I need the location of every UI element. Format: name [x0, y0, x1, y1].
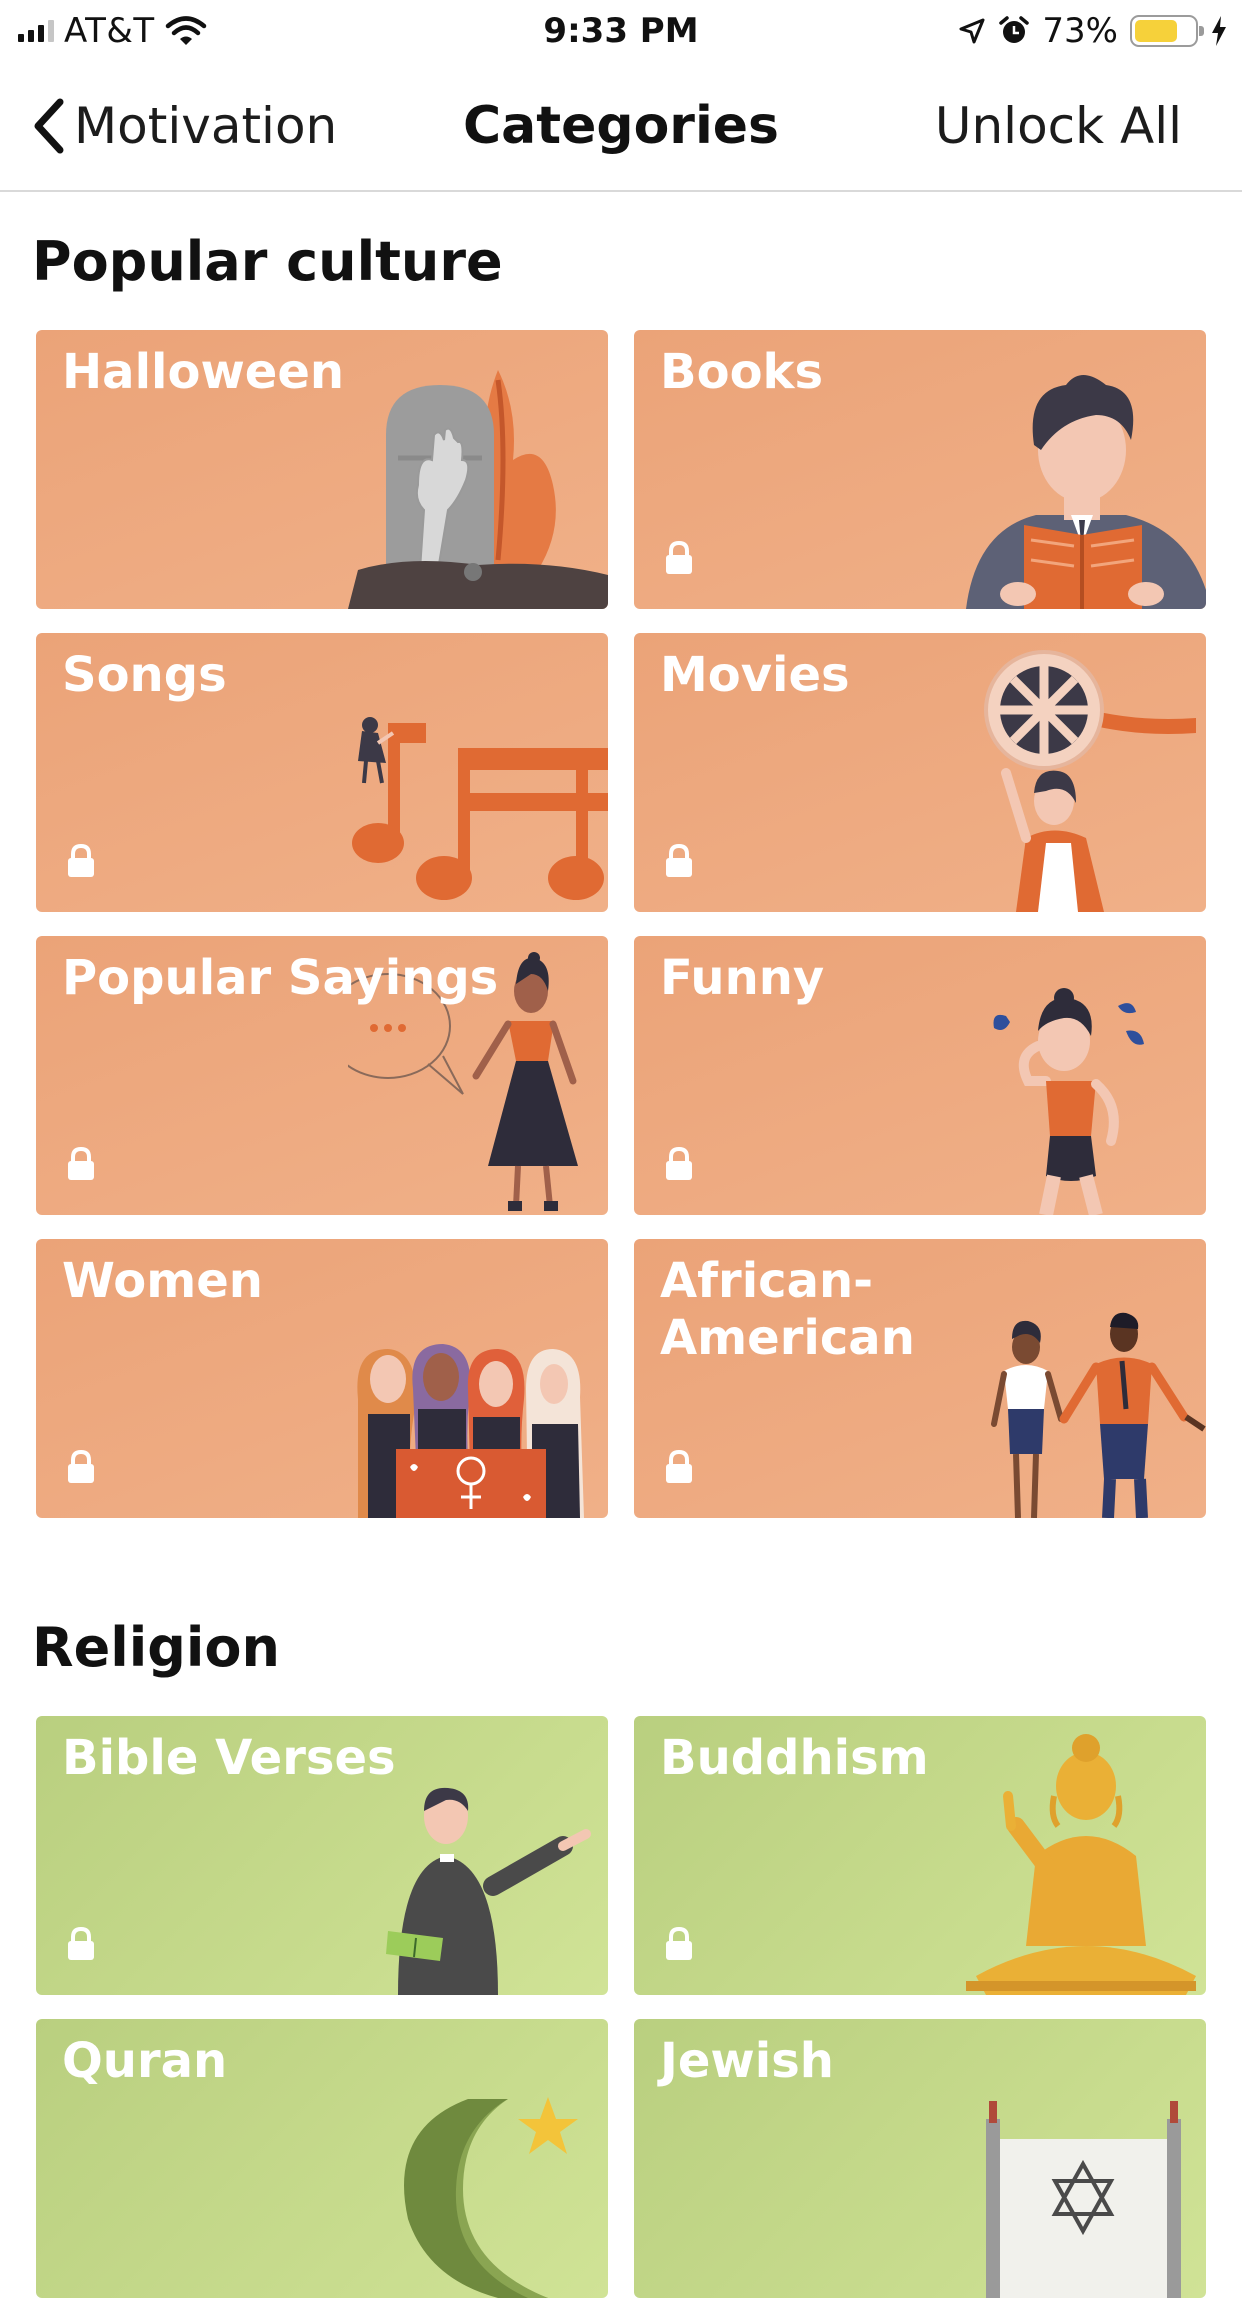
card-label: Halloween	[62, 344, 345, 400]
charging-bolt-icon	[1212, 16, 1226, 46]
chevron-left-icon	[34, 98, 64, 154]
card-label: Movies	[660, 647, 850, 703]
lock-icon	[666, 541, 692, 574]
category-card-movies[interactable]: Movies	[634, 633, 1206, 912]
popular-culture-grid: Halloween Books Songs Movies Popular Say…	[36, 330, 1206, 1518]
back-label: Motivation	[74, 97, 338, 155]
category-card-halloween[interactable]: Halloween	[36, 330, 608, 609]
card-label: Quran	[62, 2033, 228, 2089]
religion-grid: Bible Verses Buddhism Quran Jewish	[36, 1716, 1206, 2298]
lock-icon	[666, 844, 692, 877]
status-right: 73%	[958, 8, 1228, 54]
category-card-popular-sayings[interactable]: Popular Sayings	[36, 936, 608, 1215]
battery-fill	[1135, 20, 1177, 42]
card-label: African- American	[660, 1253, 915, 1366]
category-card-african-american[interactable]: African- American	[634, 1239, 1206, 1518]
category-card-bible-verses[interactable]: Bible Verses	[36, 1716, 608, 1995]
alarm-icon	[999, 16, 1030, 43]
card-label: Buddhism	[660, 1730, 929, 1786]
category-card-songs[interactable]: Songs	[36, 633, 608, 912]
lock-icon	[666, 1450, 692, 1483]
category-card-buddhism[interactable]: Buddhism	[634, 1716, 1206, 1995]
lock-icon	[68, 1450, 94, 1483]
category-card-funny[interactable]: Funny	[634, 936, 1206, 1215]
battery-percent: 73%	[1042, 11, 1118, 51]
section-title-popular-culture: Popular culture	[32, 230, 503, 293]
category-card-quran[interactable]: Quran	[36, 2019, 608, 2298]
card-label: Songs	[62, 647, 227, 703]
battery-icon	[1130, 15, 1204, 47]
lock-icon	[666, 1927, 692, 1960]
category-card-jewish[interactable]: Jewish	[634, 2019, 1206, 2298]
lock-icon	[68, 844, 94, 877]
card-label: Funny	[660, 950, 825, 1006]
lock-icon	[666, 1147, 692, 1180]
card-label: Bible Verses	[62, 1730, 396, 1786]
location-arrow-icon	[959, 18, 985, 44]
status-bar: AT&T 9:33 PM 73%	[0, 0, 1242, 62]
back-button[interactable]: Motivation	[30, 94, 337, 158]
navigation-bar: Motivation Categories Unlock All	[0, 62, 1242, 192]
category-card-women[interactable]: Women	[36, 1239, 608, 1518]
unlock-all-button[interactable]: Unlock All	[935, 94, 1182, 158]
lock-icon	[68, 1927, 94, 1960]
section-title-religion: Religion	[32, 1616, 280, 1679]
category-card-books[interactable]: Books	[634, 330, 1206, 609]
card-label: Popular Sayings	[62, 950, 499, 1006]
lock-icon	[68, 1147, 94, 1180]
card-label: Jewish	[660, 2033, 834, 2089]
card-label: Women	[62, 1253, 263, 1309]
card-label: Books	[660, 344, 824, 400]
